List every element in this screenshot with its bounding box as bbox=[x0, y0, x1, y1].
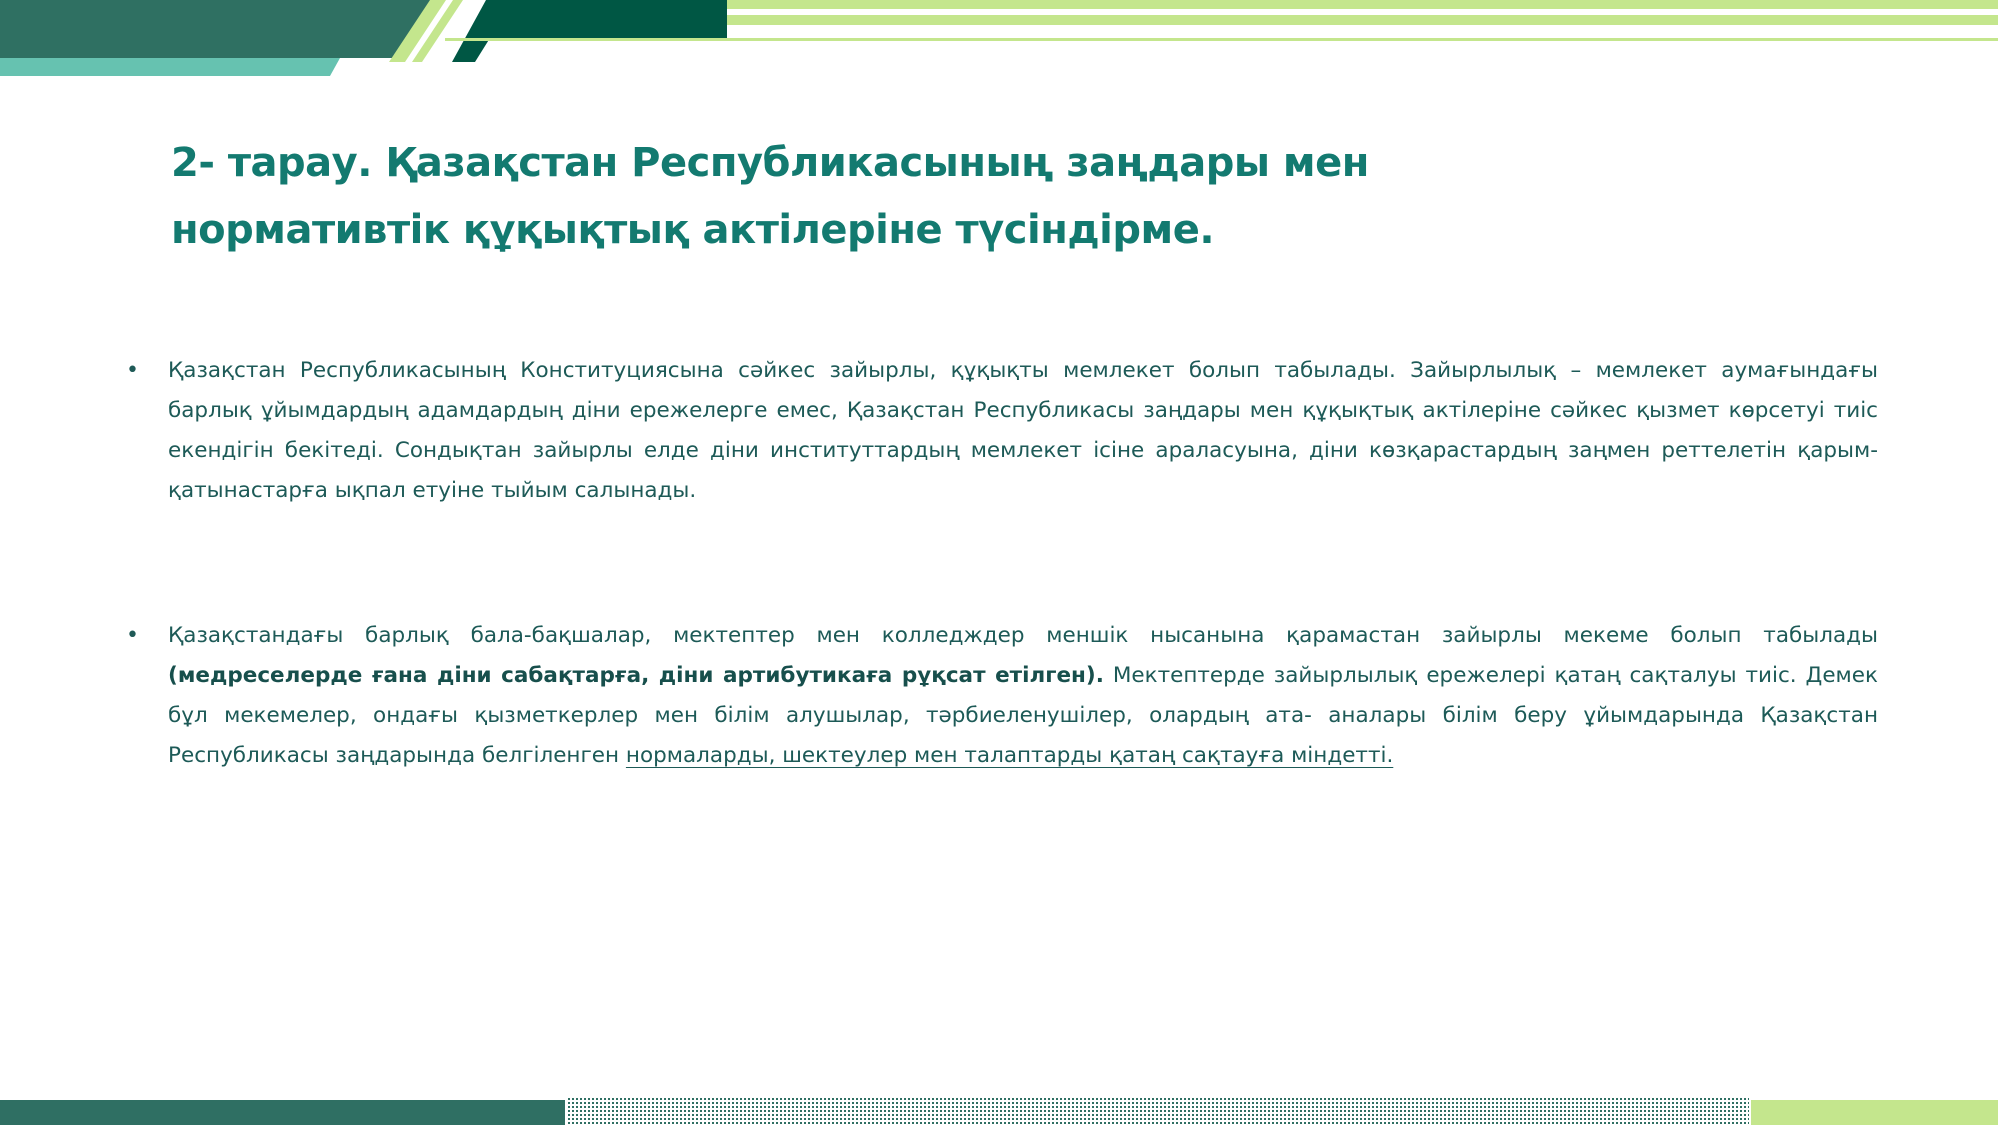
bullet-item-secularism: • Қазақстан Республикасының Конституцияс… bbox=[126, 351, 1878, 511]
bullet-text-underlined: нормаларды, шектеулер мен талаптарды қат… bbox=[625, 743, 1394, 768]
bullet-dot: • bbox=[126, 623, 139, 648]
bullet-item-education: • Қазақстандағы барлық бала-бақшалар, ме… bbox=[126, 616, 1878, 776]
bullet-dot: • bbox=[126, 358, 139, 383]
title-line-1: 2- тарау. Қазақстан Республикасының заңд… bbox=[171, 140, 1369, 186]
bullet-text: Қазақстан Республикасының Конституциясын… bbox=[168, 358, 1878, 503]
slide-title: 2- тарау. Қазақстан Республикасының заңд… bbox=[171, 130, 1571, 264]
bullet-text: Қазақстандағы барлық бала-бақшалар, мект… bbox=[168, 616, 1878, 776]
slide-content: 2- тарау. Қазақстан Республикасының заңд… bbox=[0, 0, 1998, 1125]
bullet-text-start: Қазақстандағы барлық бала-бақшалар, мект… bbox=[168, 623, 1878, 648]
slide: 2- тарау. Қазақстан Республикасының заңд… bbox=[0, 0, 1998, 1125]
title-line-2: нормативтік құқықтық актілеріне түсіндір… bbox=[171, 207, 1215, 253]
bullet-text-bold: (медреселерде ғана діни сабақтарға, діни… bbox=[168, 663, 1104, 688]
